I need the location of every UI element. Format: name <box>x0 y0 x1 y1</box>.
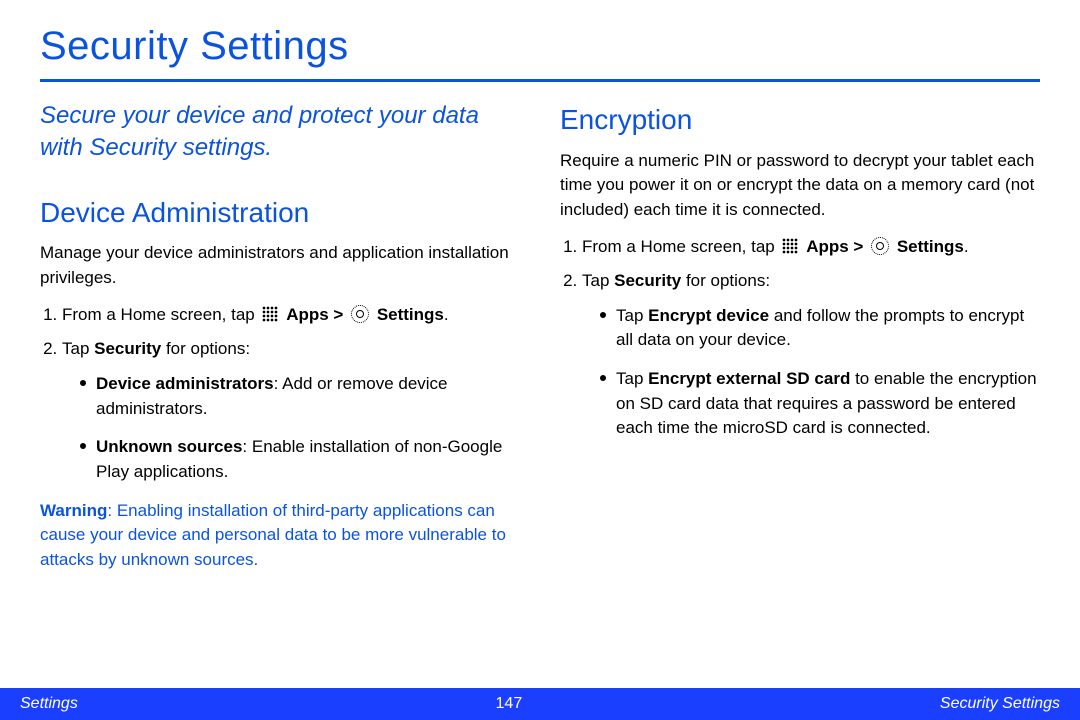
device-admin-heading: Device Administration <box>40 193 520 234</box>
step-text: for options: <box>681 271 770 290</box>
bullet-device-administrators: Device administrators: Add or remove dev… <box>80 372 520 421</box>
step-end: . <box>964 237 969 256</box>
step-end: . <box>444 305 449 324</box>
apps-icon <box>262 306 278 322</box>
device-admin-bullets: Device administrators: Add or remove dev… <box>62 372 520 485</box>
left-column: Secure your device and protect your data… <box>40 100 520 572</box>
apps-icon <box>782 238 798 254</box>
apps-label: Apps > <box>286 305 348 324</box>
warning-body: : Enabling installation of third-party a… <box>40 501 506 569</box>
encryption-steps: From a Home screen, tap Apps > Settings.… <box>560 235 1040 441</box>
security-label: Security <box>94 339 161 358</box>
settings-icon <box>351 305 369 323</box>
settings-label: Settings <box>897 237 964 256</box>
encryption-step-2: Tap Security for options: Tap Encrypt de… <box>582 269 1040 441</box>
step-text: Tap <box>62 339 94 358</box>
encryption-step-1: From a Home screen, tap Apps > Settings. <box>582 235 1040 260</box>
settings-icon <box>871 237 889 255</box>
right-column: Encryption Require a numeric PIN or pass… <box>560 100 1040 572</box>
footer-page-number: 147 <box>496 695 523 713</box>
page-title: Security Settings <box>40 24 1040 69</box>
apps-label: Apps > <box>806 237 868 256</box>
step-text: From a Home screen, tap <box>62 305 259 324</box>
bullet-label: Device administrators <box>96 374 274 393</box>
step-text: for options: <box>161 339 250 358</box>
device-admin-steps: From a Home screen, tap Apps > Settings.… <box>40 303 520 485</box>
bullet-label: Unknown sources <box>96 437 242 456</box>
title-rule <box>40 79 1040 82</box>
security-label: Security <box>614 271 681 290</box>
step-text: From a Home screen, tap <box>582 237 779 256</box>
bullet-pre: Tap <box>616 369 648 388</box>
bullet-encrypt-device: Tap Encrypt device and follow the prompt… <box>600 304 1040 353</box>
bullet-pre: Tap <box>616 306 648 325</box>
bullet-encrypt-sd: Tap Encrypt external SD card to enable t… <box>600 367 1040 441</box>
bullet-unknown-sources: Unknown sources: Enable installation of … <box>80 435 520 484</box>
footer-right: Security Settings <box>940 695 1060 713</box>
device-admin-body: Manage your device administrators and ap… <box>40 241 520 290</box>
bullet-label: Encrypt device <box>648 306 769 325</box>
device-admin-step-1: From a Home screen, tap Apps > Settings. <box>62 303 520 328</box>
intro-text: Secure your device and protect your data… <box>40 100 520 165</box>
settings-label: Settings <box>377 305 444 324</box>
page-footer: Settings 147 Security Settings <box>0 688 1080 720</box>
footer-left: Settings <box>20 695 78 713</box>
encryption-body: Require a numeric PIN or password to dec… <box>560 149 1040 223</box>
encryption-heading: Encryption <box>560 100 1040 141</box>
step-text: Tap <box>582 271 614 290</box>
bullet-label: Encrypt external SD card <box>648 369 850 388</box>
warning-label: Warning <box>40 501 107 520</box>
warning-text: Warning: Enabling installation of third-… <box>40 499 520 573</box>
device-admin-step-2: Tap Security for options: Device adminis… <box>62 337 520 484</box>
encryption-bullets: Tap Encrypt device and follow the prompt… <box>582 304 1040 441</box>
